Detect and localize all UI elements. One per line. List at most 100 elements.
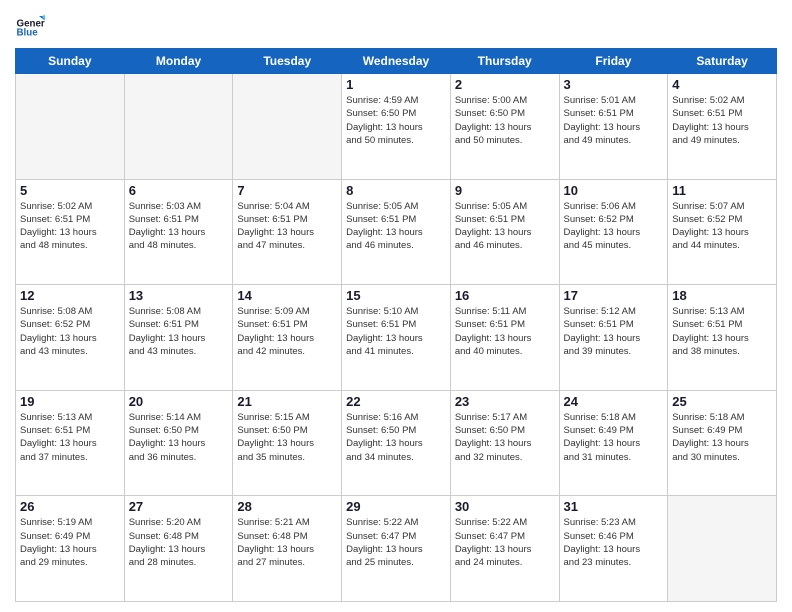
day-info: Sunrise: 5:16 AM Sunset: 6:50 PM Dayligh… xyxy=(346,411,446,464)
week-row-5: 26 Sunrise: 5:19 AM Sunset: 6:49 PM Dayli… xyxy=(16,496,777,602)
day-cell: 25 Sunrise: 5:18 AM Sunset: 6:49 PM Dayli… xyxy=(668,390,777,496)
day-cell: 30 Sunrise: 5:22 AM Sunset: 6:47 PM Dayli… xyxy=(450,496,559,602)
day-number: 26 xyxy=(20,499,120,514)
week-row-4: 19 Sunrise: 5:13 AM Sunset: 6:51 PM Dayli… xyxy=(16,390,777,496)
day-cell: 1 Sunrise: 4:59 AM Sunset: 6:50 PM Daylig… xyxy=(342,74,451,180)
day-info: Sunrise: 5:08 AM Sunset: 6:52 PM Dayligh… xyxy=(20,305,120,358)
day-header-monday: Monday xyxy=(124,49,233,74)
day-info: Sunrise: 5:18 AM Sunset: 6:49 PM Dayligh… xyxy=(672,411,772,464)
day-info: Sunrise: 5:21 AM Sunset: 6:48 PM Dayligh… xyxy=(237,516,337,569)
calendar-table: SundayMondayTuesdayWednesdayThursdayFrid… xyxy=(15,48,777,602)
day-number: 11 xyxy=(672,183,772,198)
day-cell: 8 Sunrise: 5:05 AM Sunset: 6:51 PM Daylig… xyxy=(342,179,451,285)
day-number: 22 xyxy=(346,394,446,409)
day-header-thursday: Thursday xyxy=(450,49,559,74)
day-number: 21 xyxy=(237,394,337,409)
day-header-sunday: Sunday xyxy=(16,49,125,74)
day-info: Sunrise: 5:01 AM Sunset: 6:51 PM Dayligh… xyxy=(564,94,664,147)
day-info: Sunrise: 5:12 AM Sunset: 6:51 PM Dayligh… xyxy=(564,305,664,358)
day-info: Sunrise: 5:05 AM Sunset: 6:51 PM Dayligh… xyxy=(346,200,446,253)
day-info: Sunrise: 5:19 AM Sunset: 6:49 PM Dayligh… xyxy=(20,516,120,569)
day-info: Sunrise: 5:02 AM Sunset: 6:51 PM Dayligh… xyxy=(20,200,120,253)
day-cell: 4Sunrise: 5:02 AM Sunset: 6:51 PM Daylig… xyxy=(668,74,777,180)
day-cell: 3 Sunrise: 5:01 AM Sunset: 6:51 PM Daylig… xyxy=(559,74,668,180)
day-cell: 5 Sunrise: 5:02 AM Sunset: 6:51 PM Daylig… xyxy=(16,179,125,285)
day-cell: 12 Sunrise: 5:08 AM Sunset: 6:52 PM Dayli… xyxy=(16,285,125,391)
day-info: Sunrise: 5:10 AM Sunset: 6:51 PM Dayligh… xyxy=(346,305,446,358)
week-row-2: 5 Sunrise: 5:02 AM Sunset: 6:51 PM Daylig… xyxy=(16,179,777,285)
day-number: 16 xyxy=(455,288,555,303)
day-info: Sunrise: 5:22 AM Sunset: 6:47 PM Dayligh… xyxy=(346,516,446,569)
day-cell: 26 Sunrise: 5:19 AM Sunset: 6:49 PM Dayli… xyxy=(16,496,125,602)
day-cell: 31Sunrise: 5:23 AM Sunset: 6:46 PM Dayli… xyxy=(559,496,668,602)
day-number: 28 xyxy=(237,499,337,514)
day-cell: 18 Sunrise: 5:13 AM Sunset: 6:51 PM Dayli… xyxy=(668,285,777,391)
day-cell: 7Sunrise: 5:04 AM Sunset: 6:51 PM Daylig… xyxy=(233,179,342,285)
day-cell xyxy=(233,74,342,180)
day-cell: 22 Sunrise: 5:16 AM Sunset: 6:50 PM Dayli… xyxy=(342,390,451,496)
day-number: 29 xyxy=(346,499,446,514)
day-cell: 29 Sunrise: 5:22 AM Sunset: 6:47 PM Dayli… xyxy=(342,496,451,602)
day-info: Sunrise: 5:04 AM Sunset: 6:51 PM Dayligh… xyxy=(237,200,337,253)
day-info: Sunrise: 5:02 AM Sunset: 6:51 PM Dayligh… xyxy=(672,94,772,147)
page-header: General Blue xyxy=(15,10,777,40)
day-info: Sunrise: 5:13 AM Sunset: 6:51 PM Dayligh… xyxy=(20,411,120,464)
svg-text:Blue: Blue xyxy=(17,28,39,39)
day-cell: 27Sunrise: 5:20 AM Sunset: 6:48 PM Dayli… xyxy=(124,496,233,602)
day-cell: 10Sunrise: 5:06 AM Sunset: 6:52 PM Dayli… xyxy=(559,179,668,285)
day-number: 23 xyxy=(455,394,555,409)
day-info: Sunrise: 5:13 AM Sunset: 6:51 PM Dayligh… xyxy=(672,305,772,358)
logo-icon: General Blue xyxy=(15,10,45,40)
day-cell: 24 Sunrise: 5:18 AM Sunset: 6:49 PM Dayli… xyxy=(559,390,668,496)
day-header-wednesday: Wednesday xyxy=(342,49,451,74)
day-info: Sunrise: 5:09 AM Sunset: 6:51 PM Dayligh… xyxy=(237,305,337,358)
day-cell: 21 Sunrise: 5:15 AM Sunset: 6:50 PM Dayli… xyxy=(233,390,342,496)
day-cell xyxy=(16,74,125,180)
day-cell: 6Sunrise: 5:03 AM Sunset: 6:51 PM Daylig… xyxy=(124,179,233,285)
day-cell: 23Sunrise: 5:17 AM Sunset: 6:50 PM Dayli… xyxy=(450,390,559,496)
day-number: 14 xyxy=(237,288,337,303)
day-cell: 9 Sunrise: 5:05 AM Sunset: 6:51 PM Daylig… xyxy=(450,179,559,285)
day-number: 17 xyxy=(564,288,664,303)
day-info: Sunrise: 5:15 AM Sunset: 6:50 PM Dayligh… xyxy=(237,411,337,464)
day-number: 24 xyxy=(564,394,664,409)
day-number: 2 xyxy=(455,77,555,92)
day-cell: 28 Sunrise: 5:21 AM Sunset: 6:48 PM Dayli… xyxy=(233,496,342,602)
day-number: 12 xyxy=(20,288,120,303)
day-number: 8 xyxy=(346,183,446,198)
day-number: 5 xyxy=(20,183,120,198)
day-cell: 13Sunrise: 5:08 AM Sunset: 6:51 PM Dayli… xyxy=(124,285,233,391)
day-info: Sunrise: 5:22 AM Sunset: 6:47 PM Dayligh… xyxy=(455,516,555,569)
day-info: Sunrise: 5:05 AM Sunset: 6:51 PM Dayligh… xyxy=(455,200,555,253)
day-header-friday: Friday xyxy=(559,49,668,74)
day-number: 25 xyxy=(672,394,772,409)
day-cell: 2 Sunrise: 5:00 AM Sunset: 6:50 PM Daylig… xyxy=(450,74,559,180)
day-headers-row: SundayMondayTuesdayWednesdayThursdayFrid… xyxy=(16,49,777,74)
day-header-tuesday: Tuesday xyxy=(233,49,342,74)
day-number: 20 xyxy=(129,394,229,409)
day-number: 30 xyxy=(455,499,555,514)
day-info: Sunrise: 5:18 AM Sunset: 6:49 PM Dayligh… xyxy=(564,411,664,464)
day-number: 18 xyxy=(672,288,772,303)
day-number: 10 xyxy=(564,183,664,198)
week-row-3: 12 Sunrise: 5:08 AM Sunset: 6:52 PM Dayli… xyxy=(16,285,777,391)
day-number: 3 xyxy=(564,77,664,92)
logo: General Blue xyxy=(15,10,49,40)
day-cell xyxy=(124,74,233,180)
day-info: Sunrise: 4:59 AM Sunset: 6:50 PM Dayligh… xyxy=(346,94,446,147)
day-number: 15 xyxy=(346,288,446,303)
day-info: Sunrise: 5:07 AM Sunset: 6:52 PM Dayligh… xyxy=(672,200,772,253)
day-cell: 14 Sunrise: 5:09 AM Sunset: 6:51 PM Dayli… xyxy=(233,285,342,391)
day-number: 9 xyxy=(455,183,555,198)
day-info: Sunrise: 5:00 AM Sunset: 6:50 PM Dayligh… xyxy=(455,94,555,147)
day-cell: 15 Sunrise: 5:10 AM Sunset: 6:51 PM Dayli… xyxy=(342,285,451,391)
day-number: 13 xyxy=(129,288,229,303)
day-number: 1 xyxy=(346,77,446,92)
day-info: Sunrise: 5:03 AM Sunset: 6:51 PM Dayligh… xyxy=(129,200,229,253)
day-number: 19 xyxy=(20,394,120,409)
day-cell: 11 Sunrise: 5:07 AM Sunset: 6:52 PM Dayli… xyxy=(668,179,777,285)
day-cell xyxy=(668,496,777,602)
day-cell: 19 Sunrise: 5:13 AM Sunset: 6:51 PM Dayli… xyxy=(16,390,125,496)
day-number: 31 xyxy=(564,499,664,514)
week-row-1: 1 Sunrise: 4:59 AM Sunset: 6:50 PM Daylig… xyxy=(16,74,777,180)
